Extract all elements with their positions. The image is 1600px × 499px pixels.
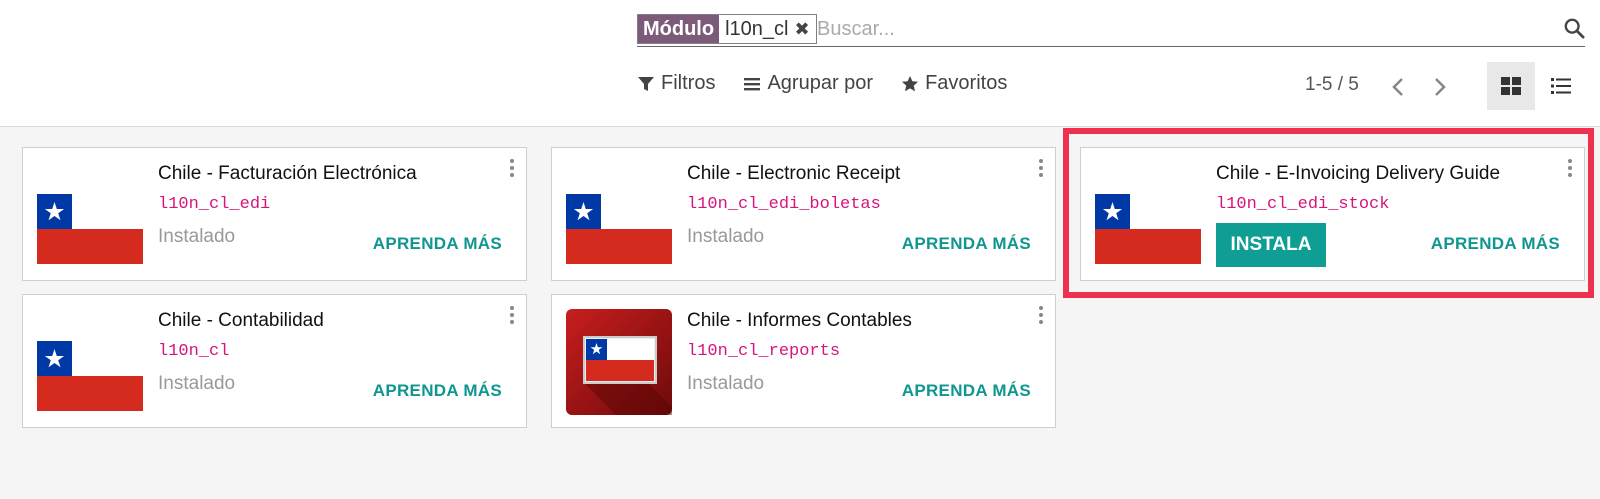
module-technical-name: l10n_cl_edi_stock: [1216, 195, 1390, 214]
chile-reports-icon: [566, 309, 672, 415]
module-title[interactable]: Chile - Informes Contables: [687, 310, 912, 332]
module-technical-name: l10n_cl_edi_boletas: [687, 195, 881, 214]
kebab-menu-icon[interactable]: [1037, 158, 1045, 178]
kanban-view-button[interactable]: [1487, 62, 1535, 110]
kebab-menu-icon[interactable]: [508, 305, 516, 325]
favorites-label: Favoritos: [925, 72, 1008, 94]
module-technical-name: l10n_cl: [158, 342, 230, 361]
chevron-right-icon[interactable]: [1432, 77, 1448, 97]
install-button[interactable]: INSTALA: [1216, 223, 1326, 267]
module-card[interactable]: Chile - Electronic Receipt l10n_cl_edi_b…: [551, 147, 1056, 281]
close-icon[interactable]: ✖: [794, 15, 809, 43]
facet-value-text: l10n_cl: [725, 18, 789, 40]
filters-button[interactable]: Filtros: [637, 72, 715, 95]
search-facet[interactable]: Módulo l10n_cl ✖: [637, 14, 817, 44]
control-panel: Módulo l10n_cl ✖ Filtros Agrupar por Fav…: [0, 0, 1600, 127]
search-input[interactable]: [817, 14, 1517, 44]
module-status: Instalado: [158, 226, 236, 247]
filter-icon: [638, 76, 654, 91]
search-icon[interactable]: [1563, 17, 1585, 39]
star-icon: [902, 75, 919, 91]
learn-more-link[interactable]: APRENDA MÁS: [373, 381, 502, 401]
module-card[interactable]: Chile - Informes Contables l10n_cl_repor…: [551, 294, 1056, 428]
group-by-button[interactable]: Agrupar por: [743, 72, 873, 95]
kebab-menu-icon[interactable]: [508, 158, 516, 178]
kebab-menu-icon[interactable]: [1566, 158, 1574, 178]
module-status: Instalado: [158, 373, 236, 394]
list-icon: [1551, 78, 1571, 94]
favorites-button[interactable]: Favoritos: [901, 72, 1007, 95]
module-card[interactable]: Chile - Contabilidad l10n_cl Instalado A…: [22, 294, 527, 428]
module-technical-name: l10n_cl_reports: [687, 342, 841, 361]
module-status: Instalado: [687, 226, 765, 247]
chevron-left-icon[interactable]: [1390, 77, 1406, 97]
pager-value[interactable]: 1-5 / 5: [1305, 74, 1359, 96]
group-by-label: Agrupar por: [767, 72, 874, 94]
kanban-icon: [1501, 77, 1521, 95]
bars-icon: [744, 77, 761, 90]
filter-bar: Filtros Agrupar por Favoritos: [637, 72, 1007, 95]
facet-label: Módulo: [638, 15, 720, 43]
learn-more-link[interactable]: APRENDA MÁS: [1431, 234, 1560, 254]
learn-more-link[interactable]: APRENDA MÁS: [373, 234, 502, 254]
facet-value: l10n_cl ✖: [719, 15, 815, 43]
module-title[interactable]: Chile - Contabilidad: [158, 310, 324, 332]
chile-flag-icon: [566, 194, 672, 264]
chile-flag-icon: [37, 341, 143, 411]
module-card[interactable]: Chile - E-Invoicing Delivery Guide l10n_…: [1080, 147, 1585, 281]
module-card[interactable]: Chile - Facturación Electrónica l10n_cl_…: [22, 147, 527, 281]
list-view-button[interactable]: [1537, 62, 1585, 110]
module-title[interactable]: Chile - Facturación Electrónica: [158, 163, 417, 185]
chile-flag-icon: [37, 194, 143, 264]
module-status: Instalado: [687, 373, 765, 394]
learn-more-link[interactable]: APRENDA MÁS: [902, 381, 1031, 401]
search-bar: Módulo l10n_cl ✖: [637, 12, 1585, 47]
learn-more-link[interactable]: APRENDA MÁS: [902, 234, 1031, 254]
chile-flag-icon: [1095, 194, 1201, 264]
module-technical-name: l10n_cl_edi: [158, 195, 271, 214]
filters-label: Filtros: [661, 72, 716, 94]
kebab-menu-icon[interactable]: [1037, 305, 1045, 325]
module-title[interactable]: Chile - E-Invoicing Delivery Guide: [1216, 163, 1500, 185]
module-title[interactable]: Chile - Electronic Receipt: [687, 163, 900, 185]
